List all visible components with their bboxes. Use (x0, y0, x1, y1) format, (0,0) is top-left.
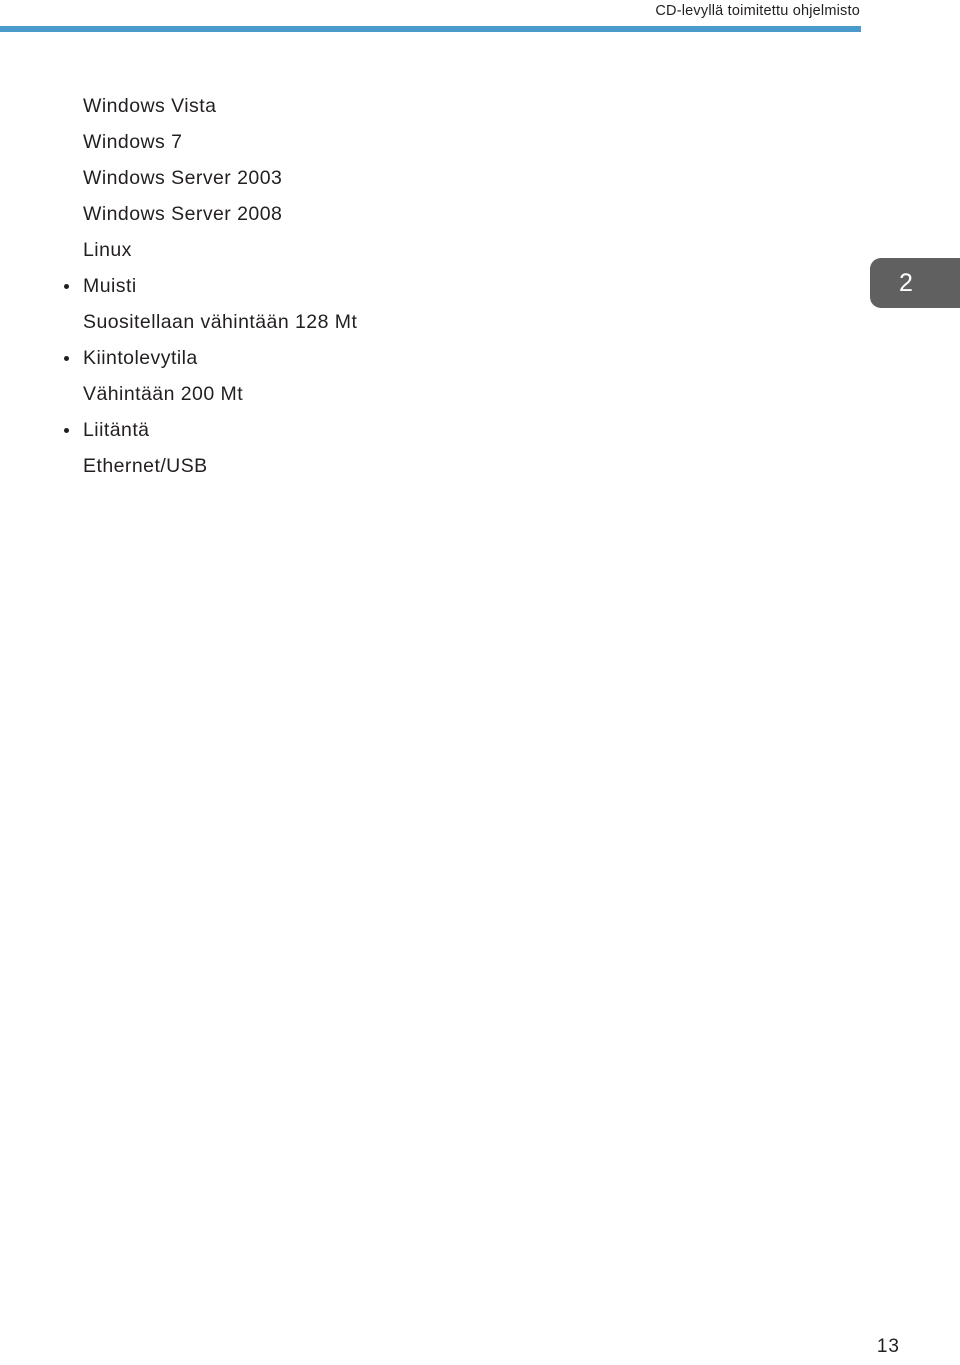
spec-detail-line: Suositellaan vähintään 128 Mt (62, 304, 802, 340)
header-title: CD-levyllä toimitettu ohjelmisto (655, 3, 860, 19)
spec-line-label: Muisti (83, 275, 137, 297)
page-number: 13 (876, 1336, 900, 1357)
spec-bullet-item: Muisti (62, 268, 802, 304)
spec-line-label: Windows Vista (83, 95, 217, 117)
spec-line-label: Windows 7 (83, 131, 183, 153)
spec-detail-line: Vähintään 200 Mt (62, 376, 802, 412)
chapter-number-tab: 2 (870, 258, 960, 308)
bullet-icon (64, 355, 69, 361)
page-header: CD-levyllä toimitettu ohjelmisto (0, 0, 960, 34)
chapter-number-label: 2 (899, 269, 914, 297)
bullet-icon (64, 283, 69, 289)
specification-list: Windows Vista Windows 7 Windows Server 200… (62, 88, 802, 484)
spec-detail-line: Ethernet/USB (62, 448, 802, 484)
spec-line-label: Liitäntä (83, 419, 150, 441)
header-divider-rule (0, 26, 861, 32)
page-footer: 13 (0, 1336, 960, 1365)
spec-detail-line: Windows Server 2003 (62, 160, 802, 196)
spec-bullet-item: Liitäntä (62, 412, 802, 448)
spec-line-label: Vähintään 200 Mt (83, 383, 244, 405)
spec-line-label: Windows Server 2008 (83, 203, 283, 225)
bullet-icon (64, 427, 69, 433)
spec-detail-line: Linux (62, 232, 802, 268)
spec-line-label: Kiintolevytila (83, 347, 198, 369)
spec-bullet-item: Kiintolevytila (62, 340, 802, 376)
spec-line-label: Suositellaan vähintään 128 Mt (83, 311, 358, 333)
spec-line-label: Linux (83, 239, 132, 261)
spec-line-label: Ethernet/USB (83, 455, 208, 477)
spec-line-label: Windows Server 2003 (83, 167, 283, 189)
spec-detail-line: Windows Server 2008 (62, 196, 802, 232)
spec-detail-line: Windows 7 (62, 124, 802, 160)
spec-detail-line: Windows Vista (62, 88, 802, 124)
